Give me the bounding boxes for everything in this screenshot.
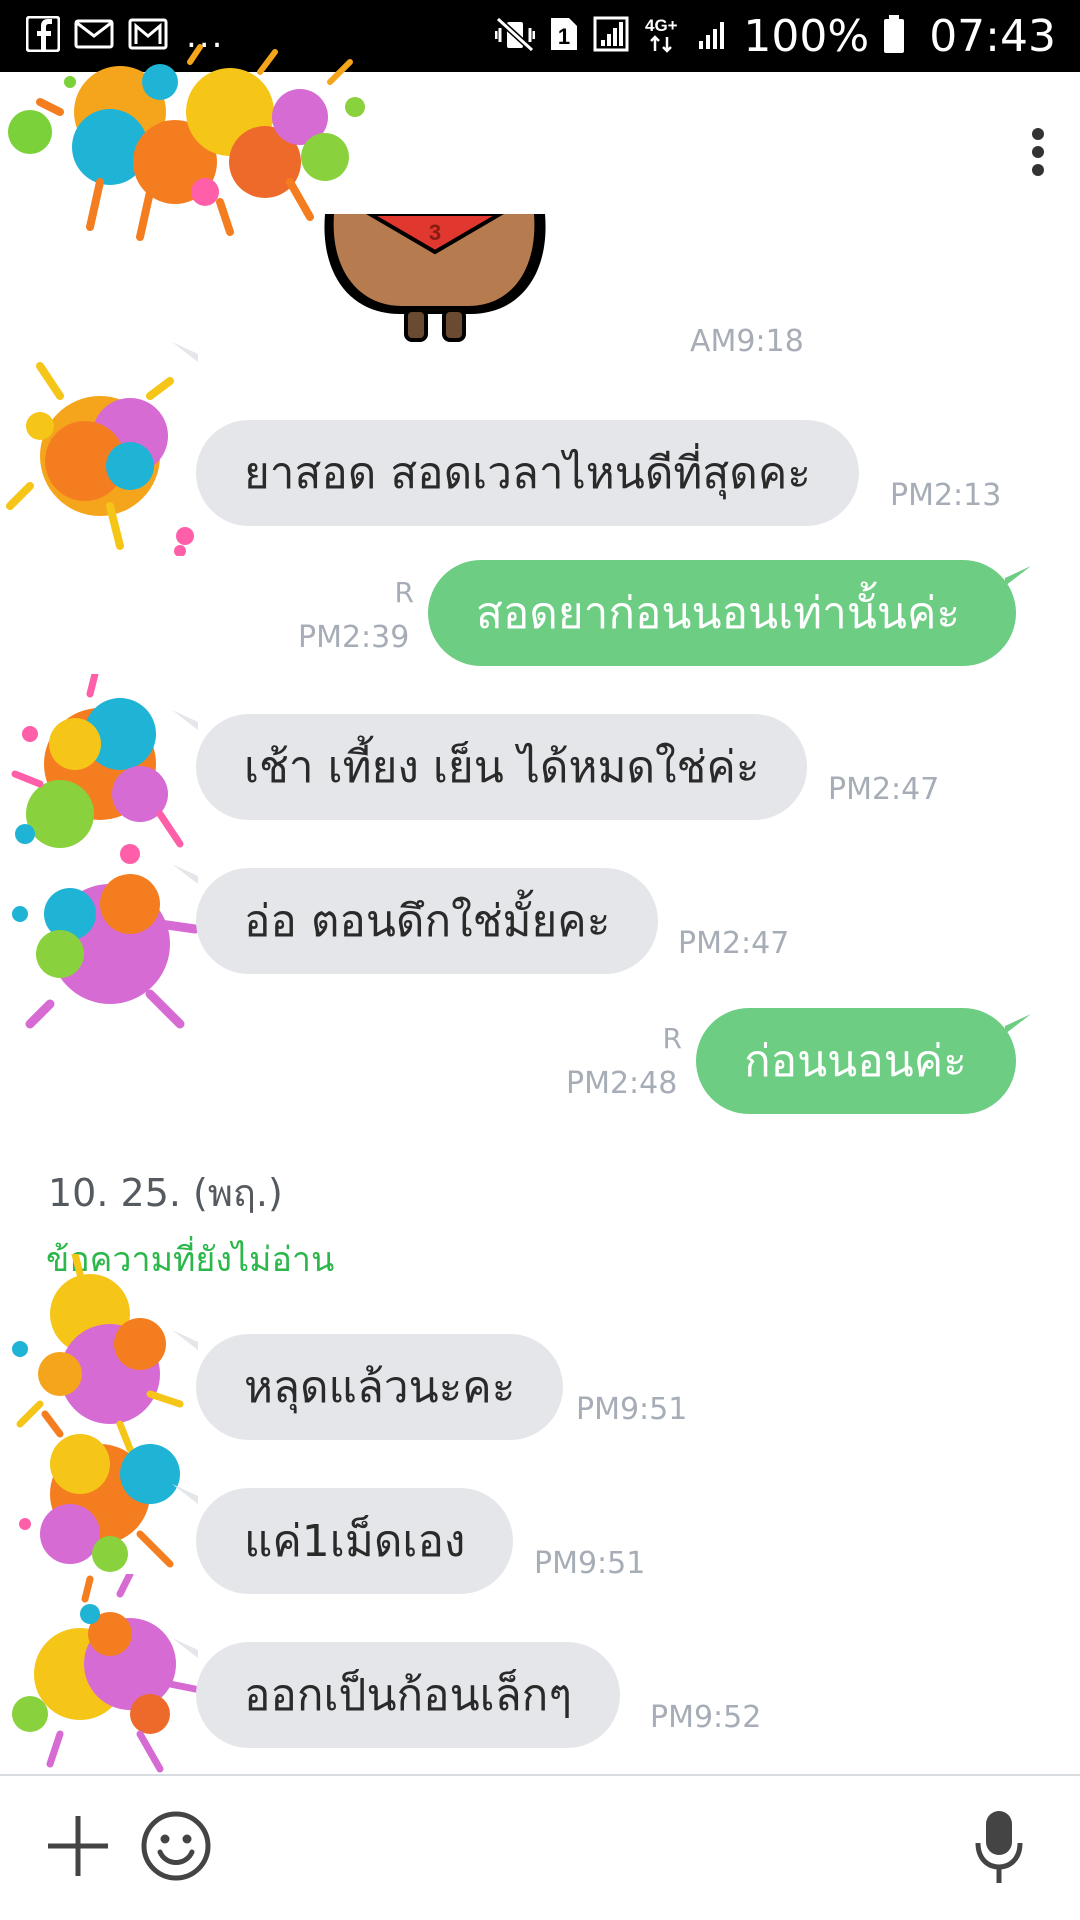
bubble-tail xyxy=(1005,566,1031,586)
message-time: PM2:13 xyxy=(890,478,1002,513)
message-text: สอดยาก่อนนอนเท่านั้นค่ะ xyxy=(476,588,961,639)
message-text: ก่อนนอนค่ะ xyxy=(744,1036,967,1087)
attach-button[interactable] xyxy=(40,1808,116,1884)
svg-text:1: 1 xyxy=(558,24,570,49)
message-text: อ่อ ตอนดึกใช่มั้ยคะ xyxy=(244,896,611,947)
message-text: ยาสอด สอดเวลาไหนดีที่สุดคะ xyxy=(244,448,811,499)
outgoing-message-bubble[interactable]: สอดยาก่อนนอนเท่านั้นค่ะ xyxy=(428,560,1016,666)
message-time: PM2:47 xyxy=(678,926,790,961)
battery-icon xyxy=(883,14,905,58)
emoji-button[interactable] xyxy=(136,1806,216,1886)
clock: 07:43 xyxy=(929,10,1056,62)
microphone-icon xyxy=(975,1811,1023,1883)
more-menu-button[interactable] xyxy=(1010,112,1066,192)
battery-percent: 100% xyxy=(743,10,870,62)
bubble-tail xyxy=(1005,1014,1031,1034)
network-4g-icon: 4G+ xyxy=(643,15,683,57)
message-time: PM9:52 xyxy=(650,1700,762,1735)
more-vertical-icon xyxy=(1032,128,1044,176)
sim-1-icon: 1 xyxy=(549,16,579,56)
avatar[interactable] xyxy=(0,1574,200,1774)
vibrate-mute-icon xyxy=(494,16,536,56)
status-bar-system: 1 4G+ 100% 07:43 xyxy=(494,10,1056,62)
message-text: เช้า เที้ยง เย็น ได้หมดใช่ค่ะ xyxy=(244,742,760,793)
message-time: PM2:47 xyxy=(828,772,940,807)
avatar[interactable] xyxy=(0,834,200,1034)
incoming-message-bubble[interactable]: หลุดแล้วนะคะ xyxy=(196,1334,564,1440)
message-list[interactable]: 3 AM9:18 ยาสอด สอดเวลาไหนดีที่สุดคะ PM2:… xyxy=(0,214,1080,1774)
incoming-message-bubble[interactable]: แค่1เม็ดเอง xyxy=(196,1488,514,1594)
incoming-message-bubble[interactable]: อ่อ ตอนดึกใช่มั้ยคะ xyxy=(196,868,659,974)
signal-icon xyxy=(593,16,629,56)
bubble-tail xyxy=(172,864,198,884)
message-time: PM9:51 xyxy=(534,1546,646,1581)
bubble-tail xyxy=(172,342,198,362)
sticker-message[interactable]: 3 xyxy=(310,214,560,344)
message-time: PM2:48 xyxy=(566,1066,678,1101)
avatar[interactable] xyxy=(0,356,200,556)
svg-text:3: 3 xyxy=(429,220,441,245)
voice-message-button[interactable] xyxy=(964,1802,1034,1892)
bubble-tail xyxy=(172,710,198,730)
message-input-bar xyxy=(0,1774,1080,1920)
message-text: แค่1เม็ดเอง xyxy=(244,1516,466,1567)
message-time: AM9:18 xyxy=(690,324,804,359)
read-receipt: R xyxy=(394,576,414,609)
plus-icon xyxy=(48,1816,108,1876)
incoming-message-bubble[interactable]: เช้า เที้ยง เย็น ได้หมดใช่ค่ะ xyxy=(196,714,808,820)
read-receipt: R xyxy=(662,1022,682,1055)
message-text: ออกเป็นก้อนเล็กๆ xyxy=(244,1670,572,1721)
signal-icon xyxy=(697,17,729,55)
message-time: PM2:39 xyxy=(298,620,410,655)
chat-header xyxy=(0,44,1080,241)
bubble-tail xyxy=(172,1330,198,1350)
bubble-tail xyxy=(172,1638,198,1658)
svg-text:4G+: 4G+ xyxy=(645,16,678,35)
censor-paint-splash xyxy=(8,44,365,241)
emoji-icon xyxy=(141,1811,211,1881)
incoming-message-bubble[interactable]: ออกเป็นก้อนเล็กๆ xyxy=(196,1642,620,1748)
message-text: หลุดแล้วนะคะ xyxy=(244,1362,516,1413)
incoming-message-bubble[interactable]: ยาสอด สอดเวลาไหนดีที่สุดคะ xyxy=(196,420,859,526)
message-time: PM9:51 xyxy=(576,1392,688,1427)
outgoing-message-bubble[interactable]: ก่อนนอนค่ะ xyxy=(696,1008,1016,1114)
bubble-tail xyxy=(172,1484,198,1504)
date-separator: 10. 25. (พฤ.) xyxy=(48,1171,283,1215)
